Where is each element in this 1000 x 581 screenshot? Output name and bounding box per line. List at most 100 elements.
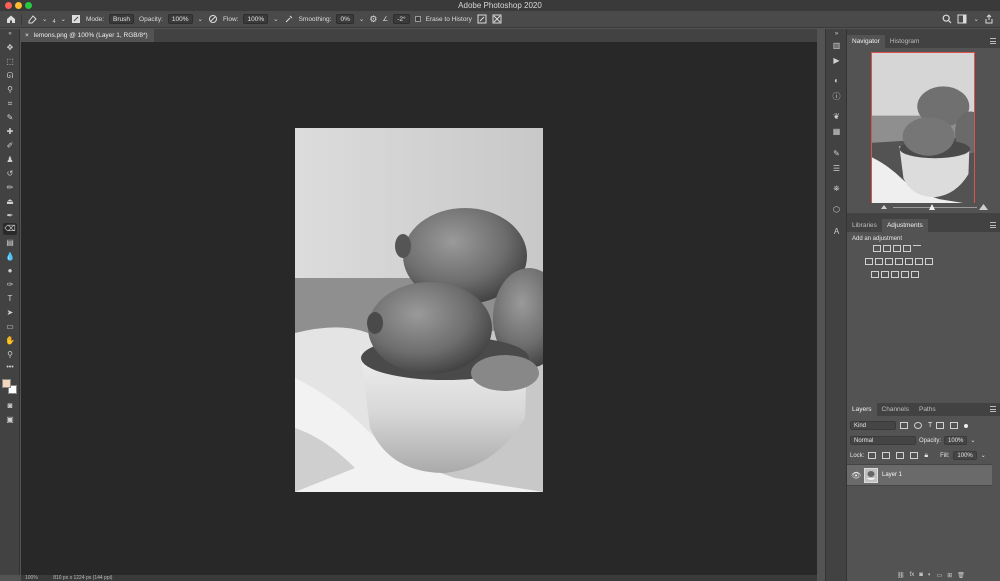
navigator-thumbnail[interactable] — [871, 52, 975, 204]
color-swatches[interactable] — [2, 379, 18, 395]
brush-settings-icon[interactable] — [71, 14, 81, 24]
chevron-down-icon[interactable]: ⌄ — [974, 15, 979, 23]
adjustment-filter-icon[interactable] — [914, 422, 922, 429]
chevron-down-icon[interactable]: ⌄ — [970, 437, 975, 444]
hue-saturation-icon[interactable] — [865, 258, 873, 265]
more-tools-icon[interactable]: ••• — [3, 362, 17, 374]
eye-icon[interactable]: 👁︎ — [851, 471, 861, 480]
share-icon[interactable] — [984, 14, 994, 24]
fill-field[interactable]: 100% — [953, 451, 977, 460]
chevron-down-icon[interactable]: ⌄ — [61, 15, 66, 23]
pressure-size-icon[interactable] — [477, 14, 487, 24]
flow-field[interactable]: 100% — [243, 14, 269, 24]
airbrush-icon[interactable] — [284, 14, 294, 24]
move-tool-icon[interactable]: ✥ — [3, 42, 17, 54]
tab-adjustments[interactable]: Adjustments — [881, 219, 928, 232]
document-tab[interactable]: × lemons.png @ 100% (Layer 1, RGB/8*) — [21, 29, 154, 42]
shape-filter-icon[interactable] — [936, 422, 945, 429]
clone-source-icon[interactable]: ⛯ — [830, 183, 843, 195]
black-white-icon[interactable] — [885, 258, 893, 265]
posterize-icon[interactable] — [881, 271, 889, 278]
opacity-field[interactable]: 100% — [167, 14, 193, 24]
history-brush-tool-icon[interactable]: ↺ — [3, 168, 17, 180]
grid-lookup-icon[interactable] — [925, 258, 933, 265]
invert-icon[interactable] — [871, 271, 879, 278]
add-mask-icon[interactable]: ◙ — [919, 572, 923, 579]
layer-opacity-field[interactable]: 100% — [944, 436, 968, 445]
new-layer-icon[interactable]: ⊞ — [947, 572, 952, 579]
close-window-button[interactable] — [5, 2, 12, 9]
pressure-opacity-icon[interactable] — [208, 14, 218, 24]
gradient-tool-icon[interactable]: ▤ — [3, 237, 17, 249]
chevron-down-icon[interactable]: ⌄ — [42, 15, 47, 23]
zoom-window-button[interactable] — [25, 2, 32, 9]
layer-row[interactable]: 👁︎ Layer 1 — [847, 464, 992, 486]
pixel-filter-icon[interactable] — [900, 422, 908, 429]
layer-filter-select[interactable]: Kind — [850, 421, 896, 430]
clone-stamp-tool-icon[interactable]: ♟ — [3, 154, 17, 166]
collapse-arrows-icon[interactable]: » — [830, 30, 843, 38]
brush-size[interactable]: 4 — [52, 19, 55, 25]
character-panel-icon[interactable]: A — [830, 226, 843, 238]
smart-object-filter-icon[interactable] — [950, 422, 959, 429]
color-balance-icon[interactable] — [875, 258, 883, 265]
photo-filter-icon[interactable] — [895, 258, 903, 265]
workspace-icon[interactable] — [957, 14, 969, 24]
erase-to-history-checkbox[interactable] — [414, 16, 421, 22]
lock-transparent-icon[interactable] — [868, 452, 877, 459]
tab-histogram[interactable]: Histogram — [885, 35, 925, 48]
trash-icon[interactable]: 🗑︎ — [957, 572, 965, 579]
color-panel-icon[interactable]: ◐ — [830, 75, 843, 87]
new-group-icon[interactable]: ▭ — [937, 572, 943, 579]
brush-tool-icon[interactable]: ✏ — [3, 182, 17, 194]
filter-toggle-icon[interactable] — [964, 423, 969, 428]
mode-select[interactable]: Brush — [109, 14, 135, 24]
gradient-map-icon[interactable] — [901, 271, 909, 278]
close-tab-icon[interactable]: × — [25, 29, 29, 42]
quick-selection-tool-icon[interactable]: ⚲ — [3, 84, 17, 96]
foreground-color-swatch[interactable] — [2, 379, 11, 388]
pen-tool-icon[interactable]: ✑ — [3, 279, 17, 291]
vibrance-icon[interactable] — [913, 245, 921, 252]
chevron-down-icon[interactable]: ⌄ — [981, 452, 986, 459]
channel-mixer-icon[interactable] — [905, 258, 913, 265]
brush-settings-icon[interactable]: ✎ — [830, 148, 843, 160]
screen-mode-icon[interactable]: ▣ — [3, 414, 17, 426]
properties-sliders-icon[interactable]: ☰ — [830, 163, 843, 175]
chevron-down-icon[interactable]: ⌄ — [198, 15, 203, 23]
history-panel-icon[interactable]: ▥ — [830, 40, 843, 52]
zoom-in-icon[interactable] — [979, 204, 988, 210]
zoom-out-icon[interactable] — [881, 205, 887, 209]
fx-icon[interactable]: fx — [910, 572, 915, 579]
gear-icon[interactable]: ⚙ — [369, 14, 377, 25]
collapse-arrows-icon[interactable]: « — [3, 30, 17, 38]
chevron-down-icon[interactable]: ⌄ — [273, 15, 278, 23]
shape-tool-icon[interactable]: ▭ — [3, 321, 17, 333]
smoothing-field[interactable]: 0% — [336, 14, 354, 24]
color-lookup-icon[interactable] — [915, 258, 923, 265]
hand-tool-icon[interactable]: ✋ — [3, 335, 17, 347]
zoom-readout[interactable]: 100% — [25, 575, 38, 581]
brush-tool-icon[interactable]: ✐ — [3, 140, 17, 152]
quick-mask-icon[interactable]: ◙ — [3, 400, 17, 412]
eraser-tool-icon[interactable]: ⌫ — [3, 223, 17, 235]
type-filter-icon[interactable]: T — [928, 422, 932, 429]
symmetry-icon[interactable] — [492, 14, 502, 24]
info-icon[interactable]: ⓘ — [830, 91, 843, 103]
blend-mode-select[interactable]: Normal — [850, 436, 916, 445]
home-icon[interactable] — [6, 14, 16, 24]
chevron-down-icon[interactable]: ⌄ — [359, 15, 364, 23]
eyedropper-tool-icon[interactable]: ✎ — [3, 112, 17, 124]
levels-icon[interactable] — [883, 245, 891, 252]
blur-tool-icon[interactable]: 💧 — [3, 251, 17, 263]
brushes-panel-icon[interactable]: ❦ — [830, 111, 843, 123]
panel-menu-icon[interactable] — [990, 222, 996, 230]
tab-libraries[interactable]: Libraries — [847, 219, 882, 232]
marquee-tool-icon[interactable]: ⬚ — [3, 56, 17, 68]
brightness-contrast-icon[interactable] — [873, 245, 881, 252]
type-tool-icon[interactable]: T — [3, 293, 17, 305]
link-layers-icon[interactable]: ⛓ — [897, 572, 905, 579]
lock-artboard-icon[interactable] — [910, 452, 919, 459]
crop-tool-icon[interactable]: ⌗ — [3, 98, 17, 110]
healing-brush-tool-icon[interactable]: ✚ — [3, 126, 17, 138]
